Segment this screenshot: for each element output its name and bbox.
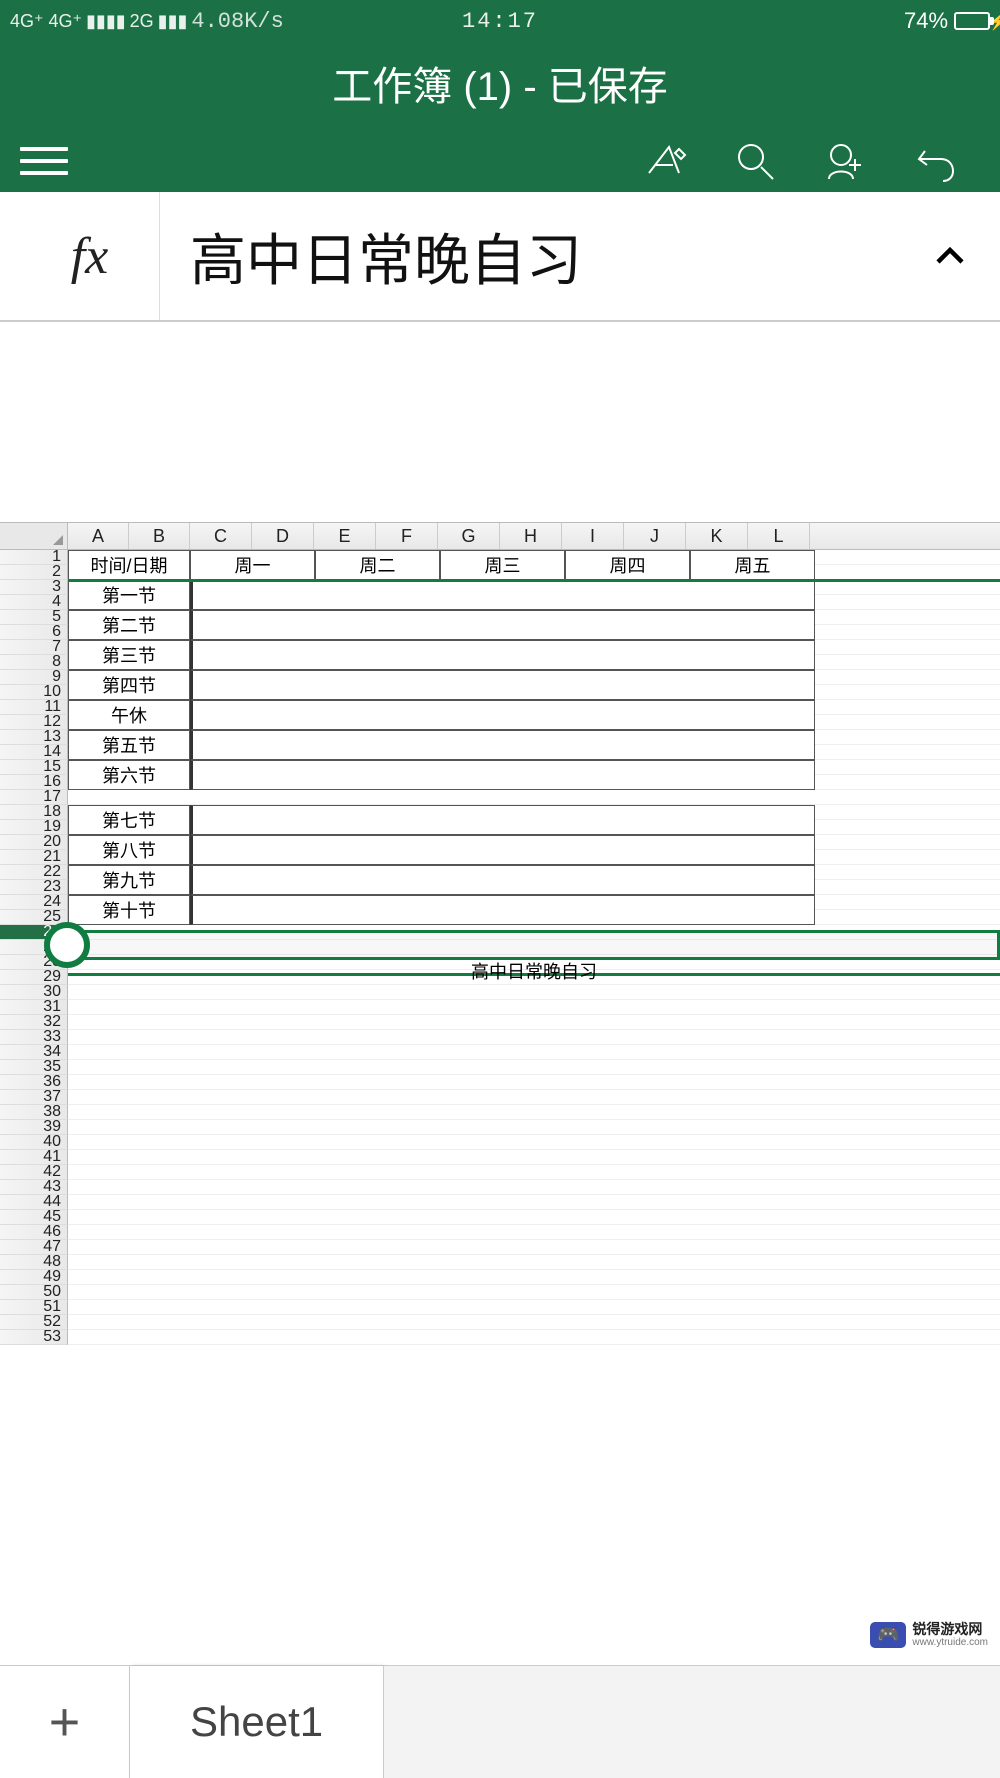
watermark: 🎮 锐得游戏网 www.ytruide.com	[870, 1622, 988, 1648]
schedule-period-label: 第七节	[68, 805, 190, 835]
column-headers[interactable]: ABCDEFGHIJKL	[0, 522, 1000, 550]
schedule-period-label: 第八节	[68, 835, 190, 865]
formula-bar: fx 高中日常晚自习	[0, 192, 1000, 322]
schedule-day-header: 周四	[565, 550, 690, 580]
search-button[interactable]	[710, 131, 800, 191]
schedule-header-label: 时间/日期	[68, 550, 190, 580]
battery-icon: ⚡	[954, 12, 990, 30]
sheet-tab-active[interactable]: Sheet1	[130, 1666, 383, 1778]
schedule-day-header: 周三	[440, 550, 565, 580]
document-title: 工作簿 (1) - 已保存	[0, 42, 1000, 130]
schedule-period-label: 午休	[68, 700, 190, 730]
sheet-tabs-bar: + Sheet1	[0, 1665, 1000, 1778]
col-header-J[interactable]: J	[624, 523, 686, 549]
col-header-E[interactable]: E	[314, 523, 376, 549]
schedule-day-header: 周一	[190, 550, 315, 580]
status-bar: 4G⁺ 4G⁺ ▮▮▮▮ 2G ▮▮▮ 4.08K/s 14:17 74% ⚡	[0, 0, 1000, 42]
schedule-empty-cell[interactable]	[190, 700, 815, 730]
schedule-empty-cell[interactable]	[190, 865, 815, 895]
schedule-period-label: 第三节	[68, 640, 190, 670]
schedule-period-label: 第六节	[68, 760, 190, 790]
network-icon: 4G⁺ 4G⁺	[10, 11, 82, 32]
col-header-G[interactable]: G	[438, 523, 500, 549]
schedule-period-label: 第一节	[68, 580, 190, 610]
col-header-I[interactable]: I	[562, 523, 624, 549]
schedule-day-header: 周五	[690, 550, 815, 580]
col-header-B[interactable]: B	[129, 523, 190, 549]
row-header[interactable]: 53	[0, 1330, 68, 1345]
schedule-empty-cell[interactable]	[190, 610, 815, 640]
sheet-tabs-empty[interactable]	[383, 1666, 1000, 1778]
col-header-L[interactable]: L	[748, 523, 810, 549]
schedule-day-header: 周二	[315, 550, 440, 580]
watermark-url: www.ytruide.com	[912, 1637, 988, 1648]
selection-handle[interactable]	[44, 922, 90, 968]
formula-collapse-button[interactable]	[920, 226, 980, 286]
schedule-empty-cell[interactable]	[190, 760, 815, 790]
col-header-D[interactable]: D	[252, 523, 314, 549]
schedule-period-label: 第九节	[68, 865, 190, 895]
watermark-logo-icon: 🎮	[870, 1622, 906, 1648]
fx-label: fx	[20, 192, 160, 320]
schedule-empty-cell[interactable]	[190, 895, 815, 925]
signal-bars-icon: ▮▮▮▮	[86, 11, 126, 32]
schedule-period-label: 第四节	[68, 670, 190, 700]
schedule-empty-cell[interactable]	[190, 730, 815, 760]
watermark-brand: 锐得游戏网	[912, 1622, 988, 1637]
schedule-empty-cell[interactable]	[190, 640, 815, 670]
signal-bars2-icon: ▮▮▮	[158, 11, 188, 32]
col-header-K[interactable]: K	[686, 523, 748, 549]
merged-cell-text[interactable]: 高中日常晚自习	[68, 958, 1000, 984]
col-header-H[interactable]: H	[500, 523, 562, 549]
col-header-C[interactable]: C	[190, 523, 252, 549]
row-selection[interactable]	[68, 930, 1000, 960]
schedule-empty-cell[interactable]	[190, 670, 815, 700]
schedule-empty-cell[interactable]	[190, 835, 815, 865]
data-speed: 4.08K/s	[191, 9, 283, 34]
schedule-empty-cell[interactable]	[190, 580, 815, 610]
toolbar	[0, 130, 1000, 192]
add-sheet-button[interactable]: +	[0, 1666, 130, 1778]
format-button[interactable]	[620, 131, 710, 191]
col-header-A[interactable]: A	[68, 523, 129, 549]
col-header-F[interactable]: F	[376, 523, 438, 549]
schedule-period-label: 第五节	[68, 730, 190, 760]
status-time: 14:17	[337, 9, 664, 34]
app-header: 工作簿 (1) - 已保存	[0, 42, 1000, 192]
share-button[interactable]	[800, 131, 890, 191]
schedule-period-label: 第二节	[68, 610, 190, 640]
network2-icon: 2G	[130, 11, 154, 32]
undo-button[interactable]	[890, 131, 980, 191]
formula-input[interactable]: 高中日常晚自习	[160, 216, 920, 297]
schedule-period-label: 第十节	[68, 895, 190, 925]
battery-percent: 74%	[904, 8, 948, 34]
schedule-table: 时间/日期周一周二周三周四周五第一节第二节第三节第四节午休第五节第六节第七节第八…	[68, 550, 815, 925]
select-all-corner[interactable]	[0, 523, 68, 549]
spreadsheet[interactable]: ABCDEFGHIJKL 123456789101112131415161718…	[0, 322, 1000, 1665]
grid-body[interactable]: 1234567891011121314151617181920212223242…	[0, 550, 1000, 1345]
menu-button[interactable]	[20, 136, 80, 186]
schedule-empty-cell[interactable]	[190, 805, 815, 835]
